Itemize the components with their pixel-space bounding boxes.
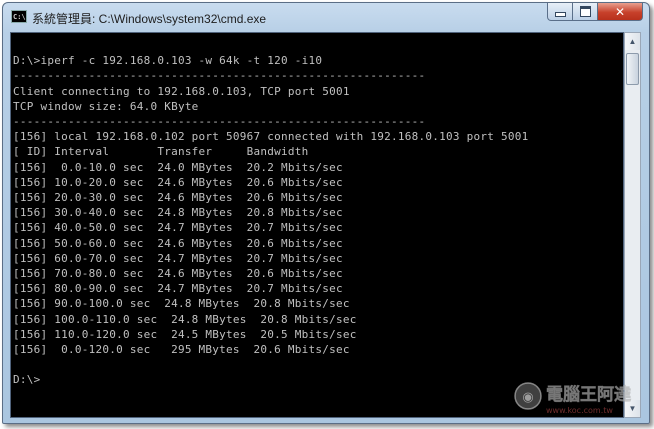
close-button[interactable]: ✕ — [597, 3, 643, 21]
console-line: [156] 90.0-100.0 sec 24.8 MBytes 20.8 Mb… — [13, 297, 350, 311]
minimize-button[interactable] — [547, 3, 573, 21]
scroll-up-button[interactable]: ▲ — [625, 33, 640, 50]
console-line: D:\>iperf -c 192.168.0.103 -w 64k -t 120… — [13, 54, 323, 68]
close-icon: ✕ — [614, 4, 626, 19]
scroll-thumb[interactable] — [626, 53, 639, 85]
console-line: [156] 40.0-50.0 sec 24.7 MBytes 20.7 Mbi… — [13, 221, 343, 235]
console-line: [156] local 192.168.0.102 port 50967 con… — [13, 130, 529, 144]
console-line: D:\> — [13, 373, 41, 387]
console-line: [156] 0.0-10.0 sec 24.0 MBytes 20.2 Mbit… — [13, 160, 343, 174]
arrow-up-icon: ▲ — [628, 37, 637, 46]
console-line: ----------------------------------------… — [13, 115, 426, 129]
maximize-icon — [579, 6, 591, 17]
console-line: [156] 110.0-120.0 sec 24.5 MBytes 20.5 M… — [13, 327, 357, 341]
console-line: [156] 10.0-20.0 sec 24.6 MBytes 20.6 Mbi… — [13, 175, 343, 189]
console-line: [156] 0.0-120.0 sec 295 MBytes 20.6 Mbit… — [13, 343, 350, 357]
window-title: 系統管理員: C:\Windows\system32\cmd.exe — [32, 12, 267, 26]
console-line: TCP window size: 64.0 KByte — [13, 99, 199, 113]
title-bar[interactable]: C:\ 系統管理員: C:\Windows\system32\cmd.exe ✕ — [3, 3, 649, 31]
console-line: [156] 30.0-40.0 sec 24.8 MBytes 20.8 Mbi… — [13, 206, 343, 220]
arrow-down-icon: ▼ — [628, 404, 637, 413]
console-line: [156] 60.0-70.0 sec 24.7 MBytes 20.7 Mbi… — [13, 251, 343, 265]
console-line: Client connecting to 192.168.0.103, TCP … — [13, 84, 350, 98]
console-line: [156] 80.0-90.0 sec 24.7 MBytes 20.7 Mbi… — [13, 282, 343, 296]
vertical-scrollbar[interactable]: ▲ ▼ — [624, 32, 641, 418]
console-line: [156] 20.0-30.0 sec 24.6 MBytes 20.6 Mbi… — [13, 191, 343, 205]
console-text: D:\>iperf -c 192.168.0.103 -w 64k -t 120… — [13, 38, 623, 388]
cmd-window: C:\ 系統管理員: C:\Windows\system32\cmd.exe ✕… — [2, 2, 650, 424]
scroll-down-button[interactable]: ▼ — [625, 400, 640, 417]
console-line: [ ID] Interval Transfer Bandwidth — [13, 145, 309, 159]
console-line: [156] 50.0-60.0 sec 24.6 MBytes 20.6 Mbi… — [13, 236, 343, 250]
maximize-button[interactable] — [572, 3, 598, 21]
cmd-icon[interactable]: C:\ — [11, 10, 27, 23]
console-line: [156] 70.0-80.0 sec 24.6 MBytes 20.6 Mbi… — [13, 267, 343, 281]
console-output[interactable]: D:\>iperf -c 192.168.0.103 -w 64k -t 120… — [10, 32, 624, 418]
console-line: ----------------------------------------… — [13, 69, 426, 83]
console-line: [156] 100.0-110.0 sec 24.8 MBytes 20.8 M… — [13, 312, 357, 326]
minimize-icon — [554, 12, 566, 17]
